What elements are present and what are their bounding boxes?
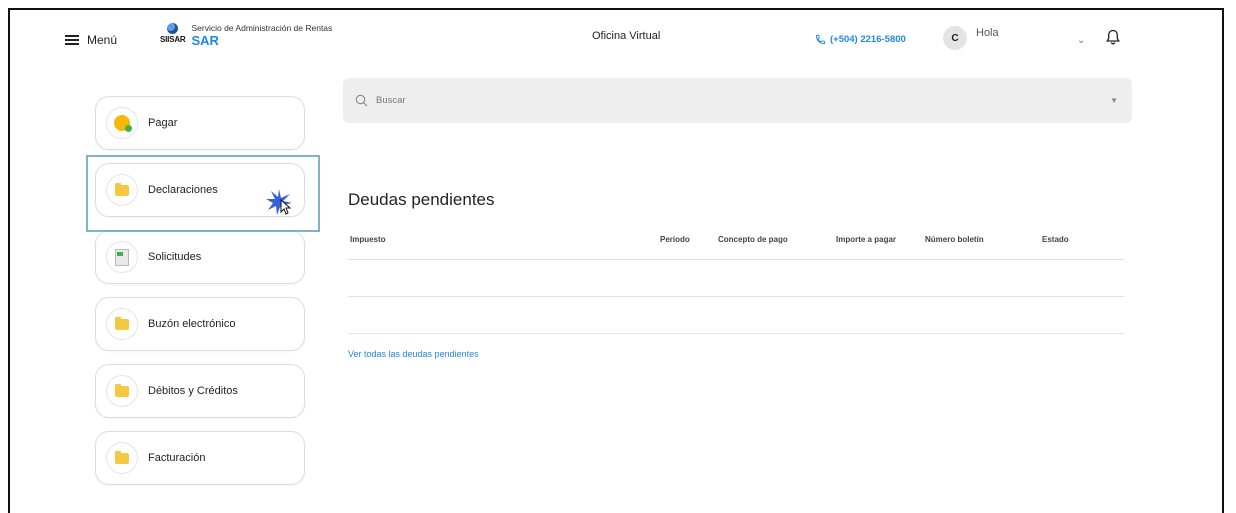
column-header: Concepto de pago: [718, 235, 788, 244]
section-title: Deudas pendientes: [348, 190, 495, 209]
sidebar-item-label: Débitos y Créditos: [148, 385, 238, 397]
phone-link[interactable]: (+504) 2216-5800: [815, 34, 906, 45]
click-cursor-icon: [265, 188, 293, 221]
coin-icon: [114, 115, 132, 132]
top-bar: Menú SIISAR Servicio de Administración d…: [10, 10, 1222, 70]
icon-circle: [106, 107, 138, 139]
logo-small-text: SIISAR: [160, 35, 186, 44]
column-header: Período: [660, 235, 690, 244]
document-icon: [115, 248, 129, 266]
avatar[interactable]: C: [943, 26, 967, 50]
phone-icon: [815, 34, 826, 45]
sidebar-item-solicitudes[interactable]: Solicitudes: [95, 230, 305, 284]
column-header: Número boletín: [925, 235, 984, 244]
globe-icon: [167, 23, 179, 34]
folder-icon: [115, 450, 129, 464]
column-header: Importe a pagar: [836, 235, 897, 244]
icon-circle: [106, 442, 138, 474]
chevron-down-icon[interactable]: ⌄: [1077, 35, 1085, 46]
hamburger-icon: [65, 35, 79, 45]
table-row-divider: [348, 259, 1125, 260]
sar-logo[interactable]: SIISAR Servicio de Administración de Ren…: [160, 23, 332, 48]
view-all-debts-link[interactable]: Ver todas las deudas pendientes: [348, 349, 479, 359]
app-window: Menú SIISAR Servicio de Administración d…: [8, 8, 1224, 513]
logo-text: Servicio de Administración de Rentas SAR: [191, 23, 332, 48]
table-header: Impuesto Período Concepto de pago Import…: [348, 235, 1125, 259]
column-header: Impuesto: [350, 235, 386, 244]
icon-circle: [106, 241, 138, 273]
icon-circle: [106, 308, 138, 340]
org-subtitle: Servicio de Administración de Rentas: [191, 23, 333, 33]
sidebar-item-label: Buzón electrónico: [148, 318, 236, 330]
sidebar-item-pagar[interactable]: Pagar: [95, 96, 305, 150]
icon-circle: [106, 375, 138, 407]
search-icon: [355, 94, 368, 107]
search-bar[interactable]: ▼: [343, 78, 1132, 123]
dropdown-caret-icon[interactable]: ▼: [1110, 96, 1118, 105]
folder-icon: [115, 316, 129, 330]
search-input[interactable]: [374, 94, 1078, 107]
sidebar-item-label: Pagar: [148, 117, 178, 129]
page-title: Oficina Virtual: [592, 30, 661, 42]
sidebar-item-label: Solicitudes: [148, 251, 202, 263]
table-row-divider: [348, 296, 1125, 297]
sidebar-item-debitos[interactable]: Débitos y Créditos: [95, 364, 305, 418]
phone-number: (+504) 2216-5800: [830, 34, 906, 45]
logo-mark: SIISAR: [160, 23, 186, 44]
folder-icon: [115, 383, 129, 397]
table-row-divider: [348, 333, 1125, 334]
org-name: SAR: [191, 33, 219, 48]
bell-icon[interactable]: [1106, 29, 1120, 50]
sidebar-item-buzon[interactable]: Buzón electrónico: [95, 297, 305, 351]
menu-button[interactable]: Menú: [65, 33, 117, 47]
menu-label: Menú: [87, 33, 118, 47]
sidebar-item-facturacion[interactable]: Facturación: [95, 431, 305, 485]
column-header: Estado: [1042, 235, 1069, 244]
greeting-text: Hola: [976, 27, 999, 39]
sidebar-item-label: Facturación: [148, 452, 206, 464]
